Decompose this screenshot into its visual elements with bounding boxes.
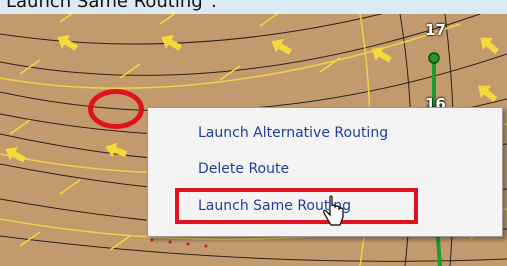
arrow-icon	[271, 39, 292, 55]
hand-pointer-icon	[323, 195, 344, 226]
arrow-icon	[105, 142, 128, 158]
waypoint-icon[interactable]	[428, 52, 440, 64]
trace-dots	[150, 238, 208, 248]
menu-item-launch-alternative-routing[interactable]: Launch Alternative Routing	[198, 124, 388, 142]
menu-item-highlight-box	[175, 188, 418, 224]
waypoint-label-17: 17	[425, 21, 446, 39]
caption-text: Launch Same Routing".	[6, 0, 217, 12]
caption-bar: Launch Same Routing".	[0, 0, 507, 14]
arrow-icon	[480, 37, 500, 55]
route-selection-highlight	[88, 89, 144, 129]
menu-item-delete-route[interactable]: Delete Route	[198, 160, 289, 178]
